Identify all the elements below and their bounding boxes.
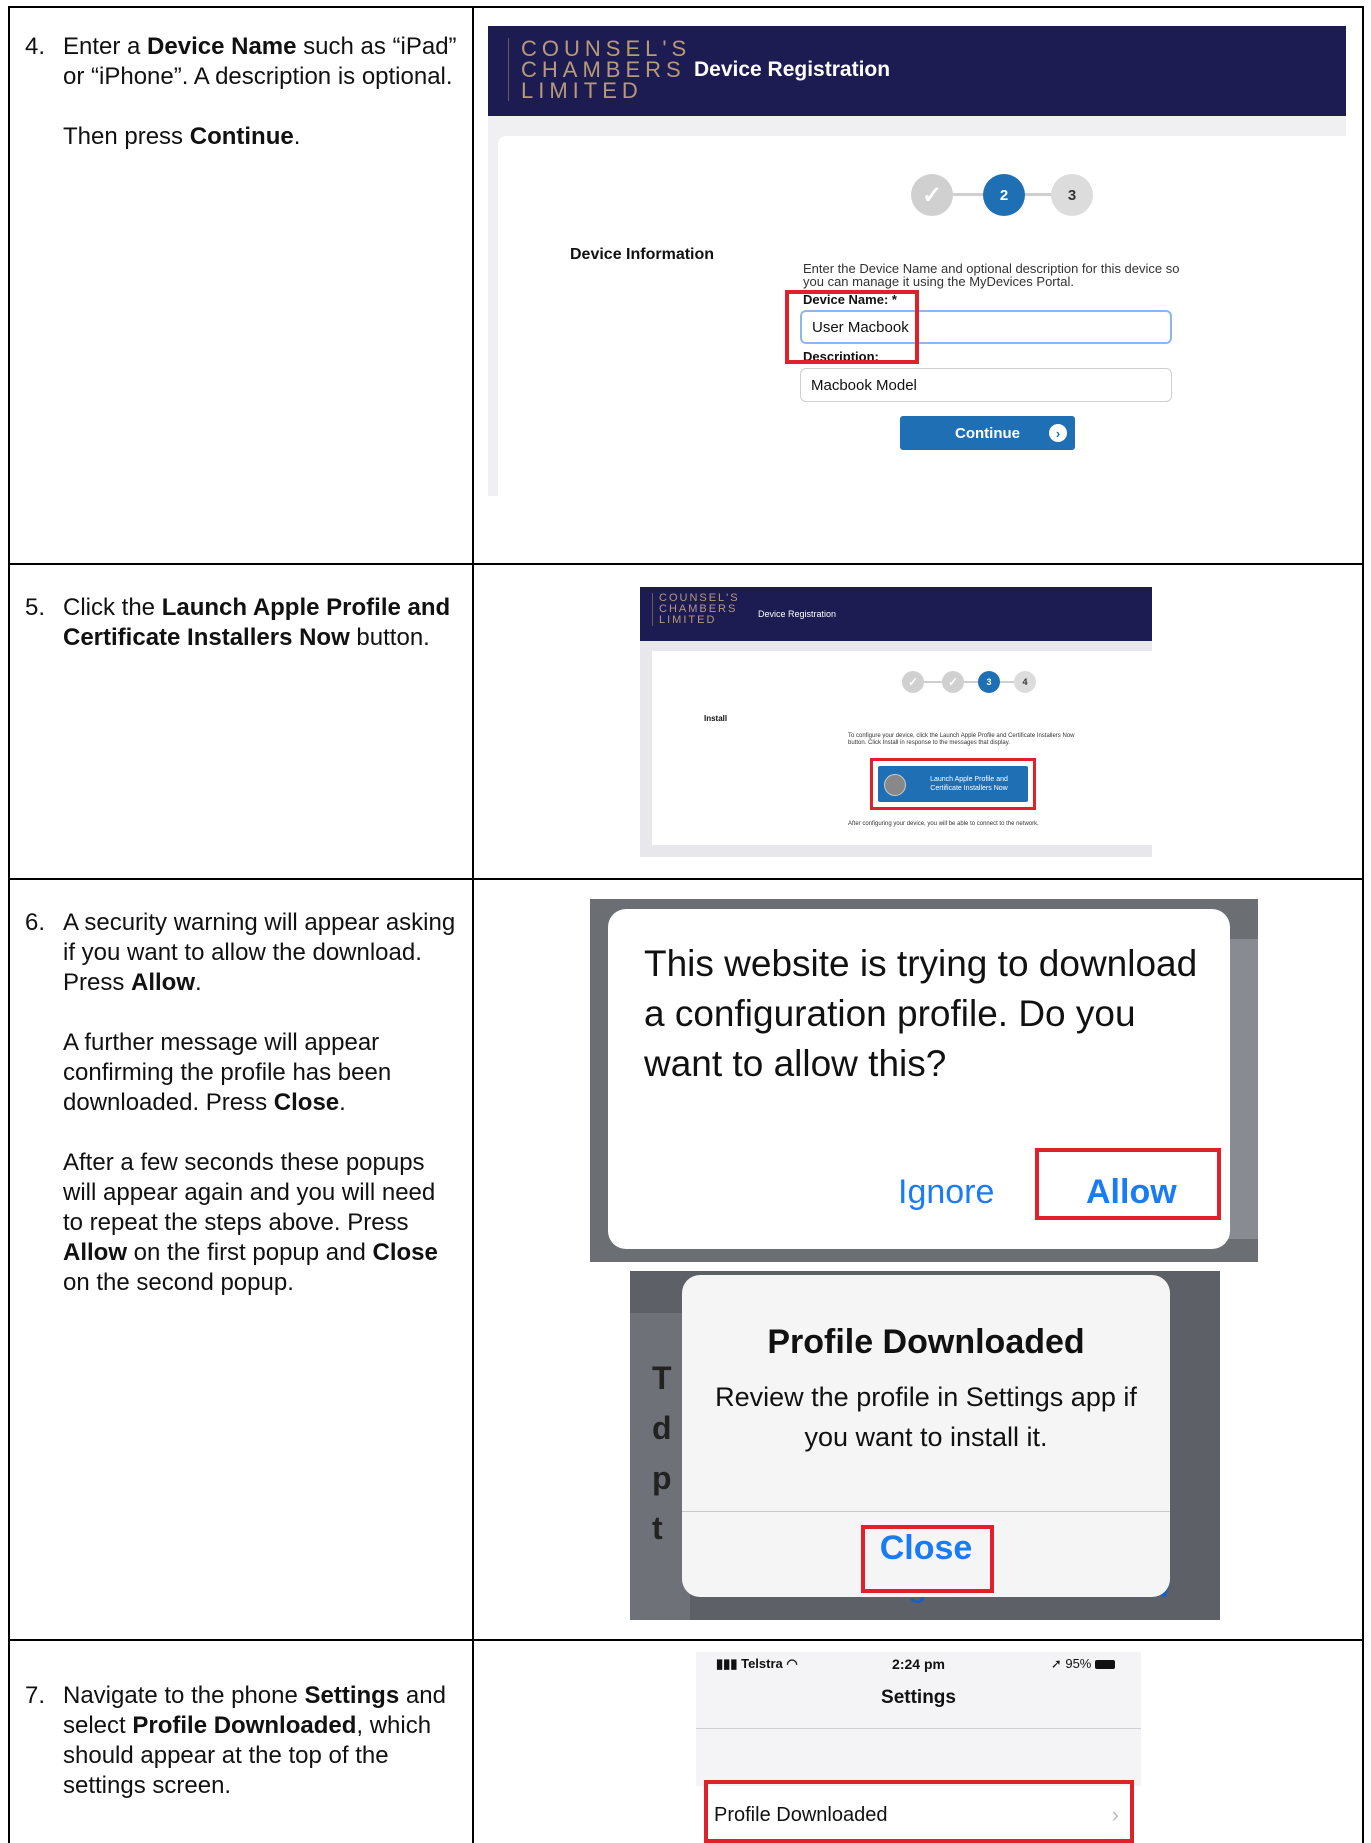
body-text: Enter a: [63, 33, 148, 60]
step-5-text: 5. Click the Launch Apple Profile and Cer…: [25, 593, 458, 683]
battery-icon: [1095, 1660, 1115, 1670]
step-next-indicator: 4: [1014, 671, 1036, 693]
dialog-divider: [682, 1511, 1170, 1512]
background-page: Tdpt: [630, 1313, 690, 1620]
body-text: .: [339, 1089, 346, 1116]
continue-button[interactable]: Continue ›: [900, 416, 1075, 450]
step-paragraph: Enter a Device Name such as “iPad” or “i…: [63, 32, 458, 92]
emphasis-text: Close: [372, 1239, 438, 1266]
ignore-button[interactable]: Ignore: [898, 1173, 994, 1212]
section-title: Install: [704, 714, 728, 723]
dialog-message: This website is trying to download a con…: [644, 943, 1198, 1084]
step-6-text: 6. A security warning will appear asking …: [25, 908, 458, 1328]
table-column-divider: [472, 6, 474, 1843]
body-text: After a few seconds these popups will ap…: [63, 1149, 436, 1236]
counsels-chambers-logo: COUNSEL'S CHAMBERS LIMITED: [508, 38, 691, 102]
instructions-text: To configure your device, click the Laun…: [848, 733, 1075, 746]
step-4-text: 4. Enter a Device Name such as “iPad” or …: [25, 32, 458, 182]
step-paragraph: Click the Launch Apple Profile and Certi…: [63, 593, 458, 653]
description-input[interactable]: Macbook Model: [800, 368, 1172, 402]
header-title: Device Registration: [758, 609, 837, 619]
step-number: 5.: [25, 594, 46, 621]
step-paragraph: A security warning will appear asking if…: [63, 908, 458, 998]
step-paragraph: Navigate to the phone Settings and selec…: [63, 1681, 458, 1801]
body-text: button.: [349, 624, 430, 651]
step-next-indicator: 3: [1051, 174, 1093, 216]
instructions-text: Enter the Device Name and optional descr…: [803, 261, 1180, 289]
row-divider: [8, 563, 1364, 565]
nav-divider: [696, 1728, 1141, 1729]
emphasis-text: Settings: [304, 1682, 400, 1709]
header-title: Device Registration: [694, 58, 891, 81]
table-border-right: [1362, 6, 1364, 1843]
location-icon: ➚: [1050, 1656, 1062, 1671]
install-screenshot: COUNSEL'S CHAMBERS LIMITED Device Regist…: [640, 587, 1152, 857]
step-paragraph: After a few seconds these popups will ap…: [63, 1148, 458, 1298]
step-paragraph: A further message will appear confirming…: [63, 1028, 458, 1118]
body-text: on the first popup and: [127, 1239, 373, 1266]
section-title: Device Information: [570, 246, 715, 263]
registration-header: COUNSEL'S CHAMBERS LIMITED Device Regist…: [488, 26, 1346, 116]
stepper-line: [914, 681, 1024, 683]
step-done-icon: ✓: [911, 174, 953, 216]
body-text: Then press: [63, 123, 190, 150]
emphasis-text: Continue: [189, 123, 294, 150]
table-border-top: [8, 6, 1364, 8]
registration-header: COUNSEL'S CHAMBERS LIMITED Device Regist…: [640, 587, 1152, 641]
body-text: on the second popup.: [63, 1269, 294, 1296]
row-divider: [8, 878, 1364, 880]
form-card: ✓ 2 3 Device Information Enter the Devic…: [498, 136, 1346, 496]
continue-label: Continue: [955, 424, 1020, 442]
profile-downloaded-highlight: [704, 1780, 1134, 1843]
device-name-highlight: [785, 290, 919, 364]
counsels-chambers-logo: COUNSEL'S CHAMBERS LIMITED: [652, 593, 740, 626]
background-letters: Tdpt: [652, 1360, 672, 1546]
step-7-text: 7. Navigate to the phone Settings and sel…: [25, 1681, 458, 1831]
emphasis-text: Device Name: [147, 33, 297, 60]
body-text: Navigate to the phone: [63, 1682, 305, 1709]
device-information-screenshot: COUNSEL'S CHAMBERS LIMITED Device Regist…: [488, 26, 1346, 496]
emphasis-text: Profile Downloaded: [132, 1712, 357, 1739]
step-number: 7.: [25, 1682, 46, 1709]
step-done-icon: ✓: [942, 671, 964, 693]
body-text: .: [293, 123, 301, 150]
body-text: A security warning will appear asking if…: [63, 909, 456, 996]
background-page: [1228, 939, 1258, 1239]
settings-screenshot: ▮▮▮ Telstra ◠ 2:24 pm ➚ 95% Settings Pro…: [696, 1652, 1141, 1843]
step-current-indicator: 3: [978, 671, 1000, 693]
table-border-left: [8, 6, 10, 1843]
battery-label: 95%: [1065, 1656, 1092, 1671]
battery-status: ➚ 95%: [1051, 1656, 1115, 1672]
emphasis-text: Allow: [131, 969, 196, 996]
emphasis-text: Allow: [63, 1239, 127, 1266]
emphasis-text: Close: [273, 1089, 340, 1116]
allow-download-screenshot: This website is trying to download a con…: [590, 899, 1258, 1262]
after-configuring-text: After configuring your device, you will …: [848, 821, 1039, 827]
chevron-right-icon: ›: [1049, 424, 1067, 442]
step-done-icon: ✓: [902, 671, 924, 693]
step-current-indicator: 2: [983, 174, 1025, 216]
step-number: 4.: [25, 33, 46, 60]
launch-button-highlight: [870, 758, 1036, 810]
dialog-title: Profile Downloaded: [767, 1323, 1085, 1361]
close-button-highlight: [861, 1525, 994, 1593]
settings-title: Settings: [881, 1687, 956, 1708]
step-paragraph: Then press Continue.: [63, 122, 458, 152]
body-text: .: [195, 969, 202, 996]
allow-button-highlight: [1035, 1148, 1221, 1220]
dialog-message: Review the profile in Settings app if yo…: [715, 1382, 1137, 1452]
profile-downloaded-screenshot: Tdpt Ignore Allow Profile Downloaded Rev…: [630, 1271, 1220, 1620]
body-text: Click the: [63, 594, 162, 621]
row-divider: [8, 1639, 1364, 1641]
step-number: 6.: [25, 909, 46, 936]
install-card: ✓ ✓ 3 4 Install To configure your device…: [652, 651, 1152, 845]
